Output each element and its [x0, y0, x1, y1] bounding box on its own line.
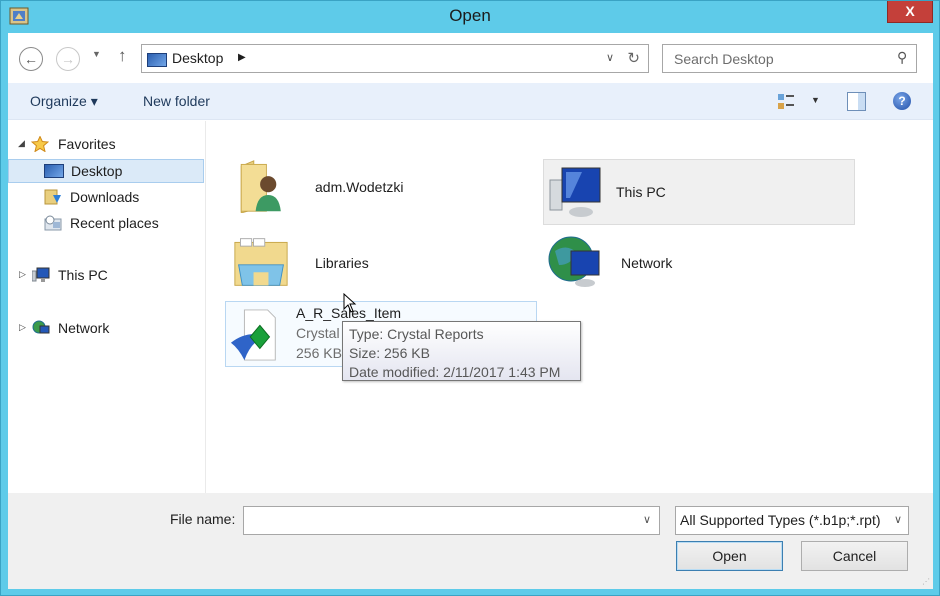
network-icon [548, 236, 600, 287]
help-icon[interactable]: ? [893, 92, 911, 110]
desktop-icon [44, 164, 64, 178]
file-size: 256 KB [296, 345, 342, 361]
sidebar-item-network[interactable]: ▷ Network [8, 317, 204, 341]
file-type-select[interactable]: All Supported Types (*.b1p;*.rpt) ∨ [675, 506, 909, 535]
downloads-icon [44, 189, 61, 205]
sidebar-item-this-pc[interactable]: ▷ This PC [8, 264, 204, 288]
crystal-reports-file-icon [230, 309, 276, 361]
breadcrumb-desktop[interactable]: Desktop [172, 50, 223, 66]
preview-pane-icon[interactable] [847, 92, 866, 111]
forward-button[interactable]: → [56, 47, 80, 71]
file-name-input[interactable]: ∨ [243, 506, 660, 535]
navigation-pane: ◢ Favorites Desktop Downloads Recent pla… [8, 121, 206, 493]
address-bar[interactable]: Desktop ▶ ∨ ↻ [141, 44, 649, 73]
command-bar: Organize ▾ New folder ▼ ? [8, 83, 933, 120]
mouse-cursor-icon [343, 293, 357, 313]
computer-icon [32, 267, 50, 282]
sidebar-item-downloads[interactable]: Downloads [8, 186, 204, 210]
new-folder-button[interactable]: New folder [143, 93, 210, 109]
star-icon [31, 136, 49, 152]
recent-places-icon [44, 215, 62, 231]
forward-arrow-icon: → [61, 51, 75, 67]
search-box[interactable]: Search Desktop ⚲ [662, 44, 917, 73]
file-item-libraries[interactable]: Libraries [227, 229, 539, 295]
file-name: Network [621, 255, 673, 271]
refresh-icon[interactable]: ↻ [627, 49, 640, 67]
tooltip-size: Size: 256 KB [349, 345, 430, 361]
back-button[interactable]: ← [19, 47, 43, 71]
back-arrow-icon: ← [24, 51, 38, 67]
sidebar-item-favorites[interactable]: ◢ Favorites [8, 133, 204, 157]
sidebar-item-label: Recent places [70, 215, 159, 231]
sidebar-item-desktop[interactable]: Desktop [8, 159, 204, 183]
recent-locations-button[interactable]: ▼ [92, 49, 101, 59]
chevron-down-icon: ▼ [92, 49, 101, 59]
up-arrow-icon: ↑ [118, 46, 127, 65]
search-icon[interactable]: ⚲ [897, 49, 907, 66]
file-name-label: File name: [170, 511, 236, 527]
file-name: This PC [616, 184, 666, 200]
expand-icon[interactable]: ▷ [19, 322, 26, 333]
view-options-dropdown-icon[interactable]: ▼ [811, 95, 820, 105]
sidebar-item-label: Downloads [70, 189, 140, 205]
organize-button[interactable]: Organize ▾ [30, 93, 98, 110]
sidebar-item-recent-places[interactable]: Recent places [8, 212, 204, 236]
file-item-this-pc[interactable]: This PC [543, 159, 855, 225]
file-name-dropdown-icon[interactable]: ∨ [643, 513, 651, 526]
dialog-footer: File name: ∨ All Supported Types (*.b1p;… [8, 493, 933, 589]
sidebar-item-label: Favorites [58, 136, 116, 152]
sidebar-item-label: Desktop [71, 163, 123, 179]
close-button[interactable]: X [887, 1, 933, 23]
tooltip-date-modified: Date modified: 2/11/2017 1:43 PM [349, 364, 561, 380]
user-folder-icon [240, 160, 281, 213]
search-input[interactable]: Search Desktop [674, 51, 774, 67]
file-item-user-folder[interactable]: adm.Wodetzki [227, 159, 539, 225]
file-name: Libraries [315, 255, 369, 271]
collapse-icon[interactable]: ◢ [18, 138, 25, 149]
sidebar-item-label: Network [58, 320, 110, 336]
open-button[interactable]: Open [676, 541, 783, 571]
cancel-button[interactable]: Cancel [801, 541, 908, 571]
open-dialog: Open X ← → ▼ ↑ Desktop ▶ ∨ ↻ Search Desk… [0, 0, 940, 596]
window-title: Open [449, 6, 491, 25]
up-button[interactable]: ↑ [118, 46, 127, 66]
file-name: adm.Wodetzki [315, 179, 404, 195]
network-icon [32, 320, 50, 334]
file-type-dropdown-icon[interactable]: ∨ [894, 513, 902, 526]
computer-icon [549, 167, 601, 217]
file-item-network[interactable]: Network [543, 229, 855, 295]
breadcrumb-chevron-icon[interactable]: ▶ [238, 52, 246, 63]
file-list: adm.Wodetzki This PC Libraries Network A… [207, 121, 933, 493]
expand-icon[interactable]: ▷ [19, 269, 26, 280]
address-row: ← → ▼ ↑ Desktop ▶ ∨ ↻ Search Desktop ⚲ [8, 33, 933, 83]
libraries-icon [234, 238, 288, 286]
file-type-value: All Supported Types (*.b1p;*.rpt) [680, 512, 881, 528]
tooltip-type: Type: Crystal Reports [349, 326, 484, 342]
address-dropdown-icon[interactable]: ∨ [606, 51, 614, 64]
dialog-body: ← → ▼ ↑ Desktop ▶ ∨ ↻ Search Desktop ⚲ O… [8, 33, 933, 589]
file-tooltip: Type: Crystal Reports Size: 256 KB Date … [342, 321, 581, 381]
sidebar-item-label: This PC [58, 267, 108, 283]
change-view-icon[interactable] [778, 94, 796, 110]
desktop-icon [147, 53, 167, 67]
resize-grip-icon[interactable]: ⋰ [922, 577, 930, 586]
title-bar: Open X [1, 1, 939, 33]
